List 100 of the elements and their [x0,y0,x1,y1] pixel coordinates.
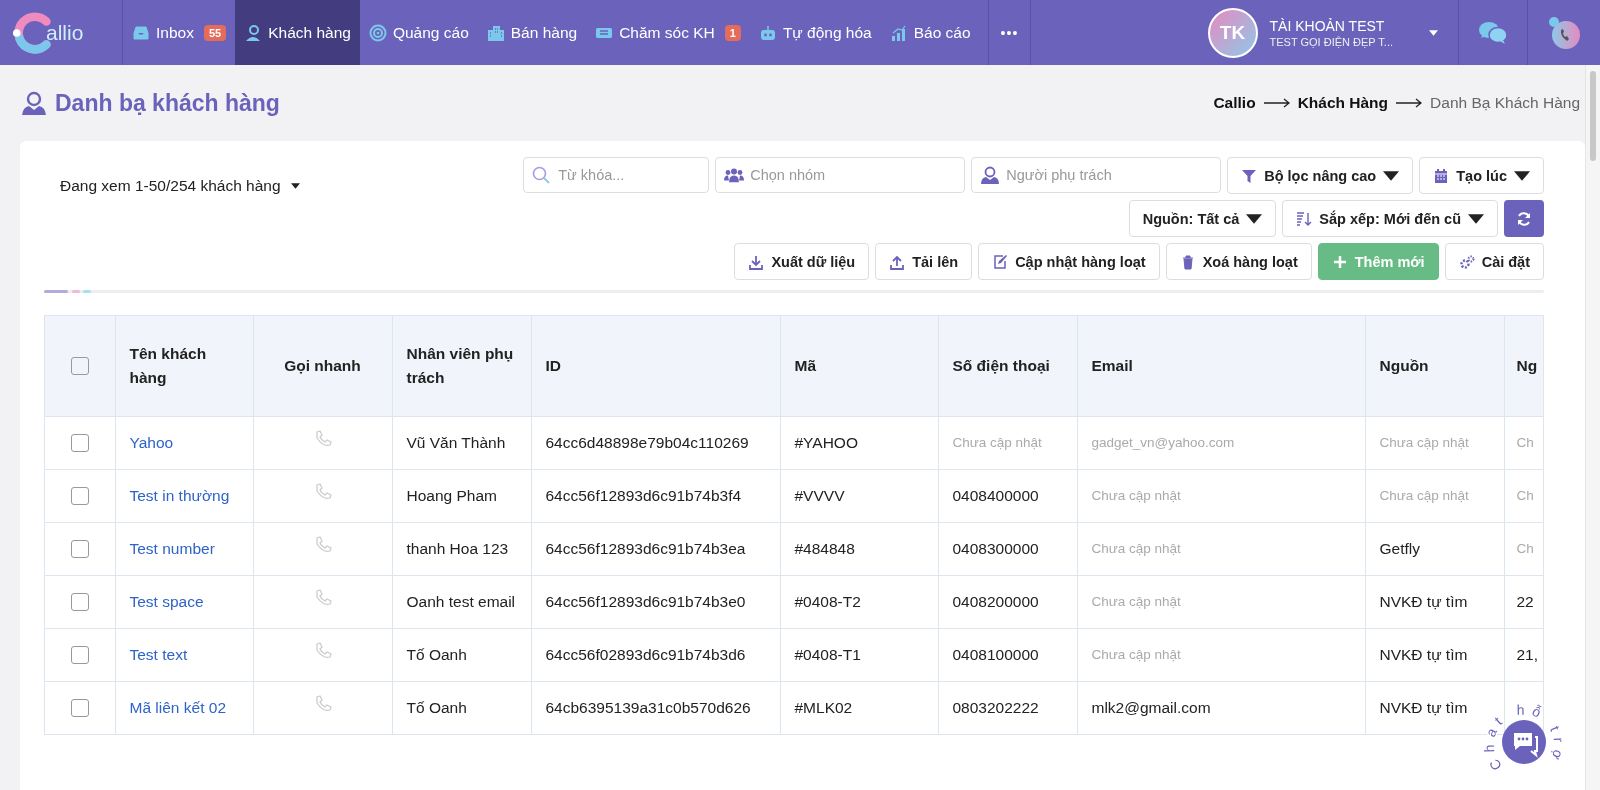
table-cell: Chưa cập nhật [1077,469,1365,523]
account-name: TÀI KHOẢN TEST [1269,17,1386,34]
arrow-icon [1396,98,1423,108]
filter-dropdown[interactable]: Tạo lúc [1419,157,1544,194]
action-button[interactable]: Tải lên [875,243,973,280]
more-button[interactable]: ••• [987,0,1032,65]
checkbox[interactable] [70,487,89,505]
table-cell: Chưa cập nhật [1077,575,1365,629]
nav-icon [889,23,908,42]
search-icon [532,166,551,184]
table-cell: 0408400000 [938,469,1077,523]
customer-link[interactable]: Test number [115,522,253,576]
plus-icon [1331,253,1348,270]
checkbox[interactable] [70,646,89,664]
table-cell: Hoang Pham [392,469,531,523]
table-cell: Tố Oanh [392,681,531,734]
table-cell: 22 [1504,575,1543,629]
table-cell: 64cc56f12893d6c91b74b3f4 [531,469,780,523]
column-header: Số điện thoại [938,316,1077,417]
upload-icon [889,253,906,270]
table-cell: Oanh test email [392,575,531,629]
breadcrumb-link[interactable]: Khách Hàng [1297,94,1389,112]
table-cell: 0803202222 [938,681,1077,734]
nav-tab[interactable]: Bán hàng [477,0,587,65]
action-button[interactable]: Cài đặt [1444,243,1544,280]
customer-link[interactable]: Mã liên kết 02 [115,681,253,734]
table-cell: Chưa cập nhật [1365,416,1504,470]
account-subtitle: TEST GỌI ĐIỆN ĐẸP T... [1269,35,1393,48]
table-cell: 0408300000 [938,522,1077,576]
group-field[interactable]: Chọn nhóm [715,157,966,193]
checkbox[interactable] [70,540,89,558]
action-button[interactable]: Xuất dữ liệu [734,243,870,280]
table-cell: Vũ Văn Thành [392,416,531,470]
customer-link[interactable]: Test in thường [115,469,253,523]
customer-link[interactable]: Yahoo [115,416,253,470]
edit-icon [992,253,1009,270]
table-cell: Chưa cập nhật [1365,469,1504,523]
table-cell: #MLK02 [780,681,938,734]
tab-indicator [44,290,68,293]
owner-field[interactable]: Người phụ trách [971,157,1222,193]
count-badge: 55 [203,24,227,41]
page-range-dropdown[interactable]: Đang xem 1-50/254 khách hàng [44,157,300,195]
download-icon [748,253,765,270]
table-cell: #484848 [780,522,938,576]
checkbox[interactable] [70,593,89,611]
table-cell: gadget_vn@yahoo.com [1077,416,1365,470]
nav-tab[interactable]: Báo cáo [880,0,980,65]
calendar-icon [1433,167,1450,184]
table-cell: Tố Oanh [392,628,531,682]
customer-link[interactable]: Test text [115,628,253,682]
table-cell: Ch [1504,416,1543,470]
nav-tab[interactable]: Quảng cáo [359,0,478,65]
phone-icon[interactable] [313,430,332,449]
caret-icon [1429,29,1438,36]
nav-icon [486,23,505,42]
nav-tab[interactable]: Khách hàng [235,0,360,65]
table-cell: 21, [1504,628,1543,682]
table-cell: NVKĐ tự tìm [1365,575,1504,629]
table-cell: 64cb6395139a31c0b570d626 [531,681,780,734]
phone-icon[interactable] [1547,15,1581,50]
column-header: Nguồn [1365,316,1504,417]
action-button[interactable]: Cập nhật hàng loạt [978,243,1160,280]
caret-icon [290,183,300,189]
table-cell: Chưa cập nhật [1077,628,1365,682]
sort-dropdown[interactable]: Sắp xếp: Mới đến cũ [1282,200,1498,237]
page-title: Danh bạ khách hàng [55,89,280,117]
refresh-button[interactable] [1504,200,1544,237]
customer-link[interactable]: Test space [115,575,253,629]
table-cell: #YAHOO [780,416,938,470]
phone-icon[interactable] [313,695,332,714]
phone-icon[interactable] [313,642,332,661]
table-cell: #0408-T1 [780,628,938,682]
nav-icon [368,23,387,42]
phone-icon[interactable] [313,483,332,502]
column-header: Ng [1504,316,1543,417]
table-cell: #0408-T2 [780,575,938,629]
sort-dropdown[interactable]: Nguồn: Tất cả [1128,200,1277,237]
nav-tab[interactable]: Inbox 55 [123,0,236,65]
filter-icon [1241,167,1258,184]
filter-dropdown[interactable]: Bộ lọc nâng cao [1227,157,1414,194]
scrollbar-thumb[interactable] [1590,71,1596,161]
column-header: ID [531,316,780,417]
users-icon [724,167,745,183]
breadcrumb-link[interactable]: Callio [1213,94,1256,112]
phone-icon[interactable] [313,536,332,555]
phone-icon[interactable] [313,589,332,608]
column-header: Email [1077,316,1365,417]
table-cell: Chưa cập nhật [938,416,1077,470]
table-cell: 64cc56f12893d6c91b74b3ea [531,522,780,576]
nav-tab[interactable]: Chăm sóc KH 1 [586,0,750,65]
checkbox[interactable] [70,434,89,452]
nav-tab[interactable]: Tự động hóa [749,0,881,65]
table-cell: 64cc56f12893d6c91b74b3e0 [531,575,780,629]
action-button[interactable]: Xoá hàng loạt [1165,243,1312,280]
checkbox[interactable] [70,357,89,375]
user-icon [980,166,1001,184]
table-cell: Getfly [1365,522,1504,576]
search-field[interactable]: Từ khóa... [523,157,710,193]
checkbox[interactable] [70,699,89,717]
chat-icon[interactable] [1478,19,1508,46]
